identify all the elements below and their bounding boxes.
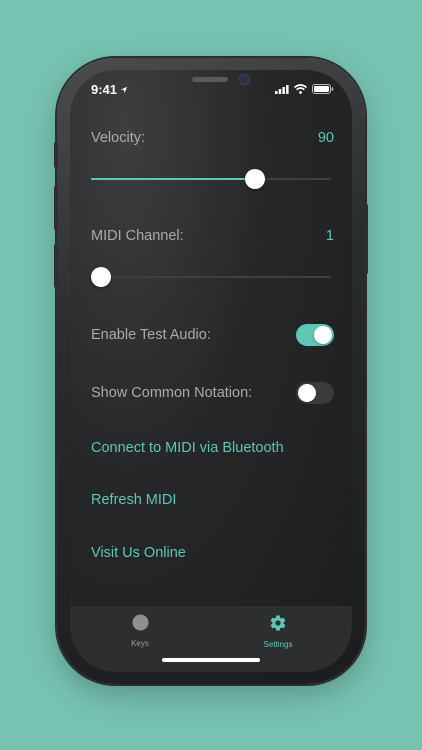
velocity-slider[interactable] [91, 168, 331, 190]
home-indicator [162, 658, 260, 662]
notation-row: Show Common Notation: [91, 382, 334, 404]
status-indicators [275, 84, 334, 94]
volume-down-button [54, 244, 58, 288]
test-audio-toggle[interactable] [296, 324, 334, 346]
velocity-slider-fill [91, 178, 255, 180]
tab-keys-label: Keys [131, 639, 149, 648]
tab-settings[interactable]: Settings [238, 614, 318, 649]
velocity-slider-thumb[interactable] [245, 169, 265, 189]
cellular-signal-icon [275, 84, 289, 94]
mute-switch [54, 142, 58, 168]
notation-toggle-knob [298, 384, 316, 402]
visit-online-link[interactable]: Visit Us Online [91, 545, 186, 561]
circle-icon [132, 614, 148, 631]
power-button [364, 204, 368, 274]
velocity-value: 90 [317, 130, 334, 146]
status-time-label: 9:41 [91, 82, 118, 97]
volume-up-button [54, 186, 58, 230]
velocity-row: Velocity: 90 [91, 130, 334, 146]
midi-channel-slider-track [91, 276, 331, 278]
test-audio-row: Enable Test Audio: [91, 324, 334, 346]
midi-channel-value: 1 [325, 228, 334, 244]
tab-settings-label: Settings [263, 640, 293, 649]
midi-channel-slider[interactable] [91, 266, 331, 288]
front-camera [240, 75, 249, 84]
connect-bluetooth-link[interactable]: Connect to MIDI via Bluetooth [91, 440, 284, 456]
refresh-midi-link[interactable]: Refresh MIDI [91, 492, 176, 508]
tab-keys[interactable]: Keys [100, 614, 180, 648]
speaker-grille [192, 77, 228, 82]
notation-label: Show Common Notation: [91, 385, 253, 401]
tab-bar: Keys Settings [70, 606, 352, 672]
gear-icon [270, 615, 286, 631]
location-arrow-icon [120, 86, 128, 93]
test-audio-toggle-knob [314, 326, 332, 344]
test-audio-label: Enable Test Audio: [91, 327, 211, 343]
battery-icon [312, 84, 334, 94]
wifi-icon [294, 84, 307, 94]
velocity-label: Velocity: [91, 130, 145, 146]
screen: 9:41 Velocity: 90 MIDI Channel: 1 Enable… [70, 70, 352, 672]
notation-toggle[interactable] [296, 382, 334, 404]
phone-frame: 9:41 Velocity: 90 MIDI Channel: 1 Enable… [54, 58, 368, 684]
midi-channel-row: MIDI Channel: 1 [91, 228, 334, 244]
status-time: 9:41 [91, 82, 128, 97]
midi-channel-label: MIDI Channel: [91, 228, 184, 244]
midi-channel-slider-thumb[interactable] [91, 267, 111, 287]
